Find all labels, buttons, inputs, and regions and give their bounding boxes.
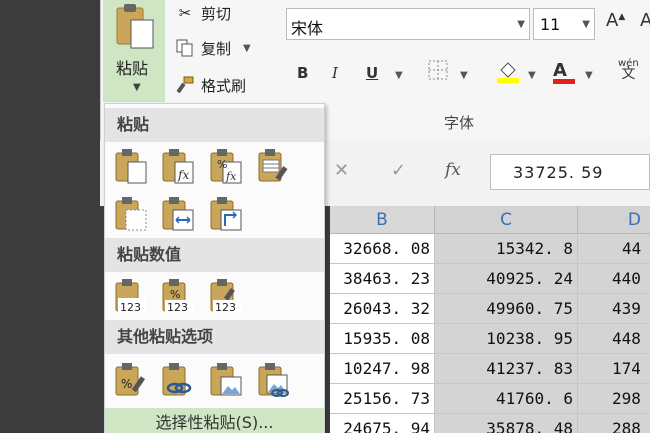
cell[interactable]: 24675. 94	[330, 414, 435, 433]
paste-formatting-icon[interactable]: %	[114, 362, 148, 398]
chevron-down-icon[interactable]: ▼	[582, 19, 590, 30]
bold-button[interactable]: B	[297, 64, 308, 82]
paste-special-button[interactable]: 选择性粘贴(S)...	[105, 408, 324, 433]
cell[interactable]: 26043. 32	[330, 294, 435, 324]
linked-picture-icon[interactable]	[257, 362, 291, 398]
font-name-value: 宋体	[291, 19, 324, 38]
section-header-paste: 粘贴	[105, 108, 324, 142]
section-header-paste-values: 粘贴数值	[105, 238, 324, 272]
cancel-icon[interactable]: ✕	[334, 160, 349, 181]
cell[interactable]: 10247. 98	[330, 354, 435, 384]
paste-options-menu: 粘贴 fx % fx 粘贴数值 123 % 123 123 其他粘贴选项 % 选…	[104, 103, 325, 433]
chevron-down-icon[interactable]: ▼	[585, 70, 593, 81]
no-borders-icon[interactable]	[114, 196, 148, 232]
format-painter-label: 格式刷	[201, 76, 247, 95]
cell[interactable]: 298	[578, 384, 650, 414]
cell[interactable]: 49960. 75	[435, 294, 578, 324]
percent-text: %	[121, 377, 132, 391]
cut-button[interactable]: ✂ 剪切	[175, 2, 231, 24]
cell[interactable]: 174	[578, 354, 650, 384]
cell[interactable]: 35878. 48	[435, 414, 578, 433]
number-text: 123	[120, 301, 141, 314]
paste-link-icon[interactable]	[161, 362, 195, 398]
cell[interactable]: 15935. 08	[330, 324, 435, 354]
chevron-down-icon[interactable]: ▼	[517, 19, 525, 30]
phonetic-button[interactable]: wén 文	[618, 58, 639, 82]
cell[interactable]: 38463. 23	[330, 264, 435, 294]
paste-values-source-formatting-icon[interactable]: 123	[209, 278, 243, 314]
paste-formulas-icon[interactable]: fx	[161, 148, 195, 184]
cell[interactable]: 25156. 73	[330, 384, 435, 414]
chevron-down-icon[interactable]: ▼	[460, 70, 468, 81]
excel-window: 粘贴 ▼ ✂ 剪切 复制 ▼ 格式刷 宋体 ▼ 11 ▼ A▲ A B I U …	[0, 0, 650, 433]
cell[interactable]: 41760. 6	[435, 384, 578, 414]
copy-button[interactable]: 复制 ▼	[175, 37, 251, 59]
font-color-letter: A	[553, 60, 567, 81]
cell[interactable]: 440	[578, 264, 650, 294]
font-name-combobox[interactable]: 宋体 ▼	[286, 8, 530, 40]
phonetic-char: 文	[621, 66, 636, 82]
column-header-b[interactable]: B	[330, 206, 435, 234]
cell[interactable]: 448	[578, 324, 650, 354]
chevron-down-icon[interactable]: ▼	[528, 70, 536, 81]
font-size-combobox[interactable]: 11 ▼	[533, 8, 595, 40]
font-group-label: 字体	[444, 114, 475, 132]
enter-icon[interactable]: ✓	[391, 160, 406, 181]
cell[interactable]: 41237. 83	[435, 354, 578, 384]
chevron-down-icon[interactable]: ▼	[133, 82, 141, 93]
font-size-value: 11	[540, 15, 561, 34]
keep-column-widths-icon[interactable]	[161, 196, 195, 232]
cell[interactable]: 32668. 08	[330, 234, 435, 264]
copy-icon	[175, 38, 195, 58]
copy-label: 复制	[201, 39, 232, 58]
cell[interactable]: 439	[578, 294, 650, 324]
underline-button[interactable]: U	[366, 64, 378, 82]
fx-text: fx	[225, 170, 237, 183]
transpose-icon[interactable]	[209, 196, 243, 232]
section-header-other-paste-options: 其他粘贴选项	[105, 320, 324, 354]
paste-values-number-format-icon[interactable]: % 123	[161, 278, 195, 314]
paste-picture-icon[interactable]	[209, 362, 243, 398]
shrink-font-button[interactable]: A	[640, 10, 650, 31]
borders-icon[interactable]	[428, 60, 448, 84]
number-text: 123	[167, 301, 188, 314]
cell[interactable]: 44	[578, 234, 650, 264]
percent-text: %	[170, 288, 180, 301]
cell-grid: 32668. 08 15342. 8 44 38463. 23 40925. 2…	[330, 234, 650, 433]
italic-button[interactable]: I	[332, 64, 338, 82]
copy-dropdown-icon[interactable]: ▼	[243, 43, 251, 54]
column-header-c[interactable]: C	[435, 206, 578, 234]
cell[interactable]: 15342. 8	[435, 234, 578, 264]
keep-source-formatting-icon[interactable]	[257, 148, 291, 184]
font-color-button[interactable]: A	[553, 60, 575, 84]
formula-value: 33725. 59	[513, 163, 604, 182]
dark-background	[0, 0, 100, 433]
formula-input[interactable]: 33725. 59	[490, 154, 650, 190]
paste-icon	[116, 4, 154, 49]
paste-label: 粘贴	[116, 59, 149, 78]
fill-color-icon[interactable]	[496, 58, 520, 88]
cell[interactable]: 10238. 95	[435, 324, 578, 354]
cell[interactable]: 288	[578, 414, 650, 433]
column-header-d[interactable]: D	[578, 206, 650, 234]
paste-values-icon[interactable]: 123	[114, 278, 148, 314]
grow-font-label: A	[606, 10, 619, 31]
fx-text: fx	[177, 168, 189, 182]
cut-label: 剪切	[201, 4, 232, 23]
scissors-icon: ✂	[178, 4, 192, 22]
chevron-down-icon[interactable]: ▼	[395, 70, 403, 81]
cell[interactable]: 40925. 24	[435, 264, 578, 294]
paste-formulas-number-format-icon[interactable]: % fx	[209, 148, 243, 184]
number-text: 123	[215, 301, 236, 314]
insert-function-button[interactable]: fx	[445, 160, 461, 180]
format-painter-button[interactable]: 格式刷	[175, 74, 246, 96]
grow-font-button[interactable]: A▲	[606, 10, 625, 31]
paste-icon[interactable]	[114, 148, 148, 184]
paintbrush-icon	[175, 75, 195, 95]
